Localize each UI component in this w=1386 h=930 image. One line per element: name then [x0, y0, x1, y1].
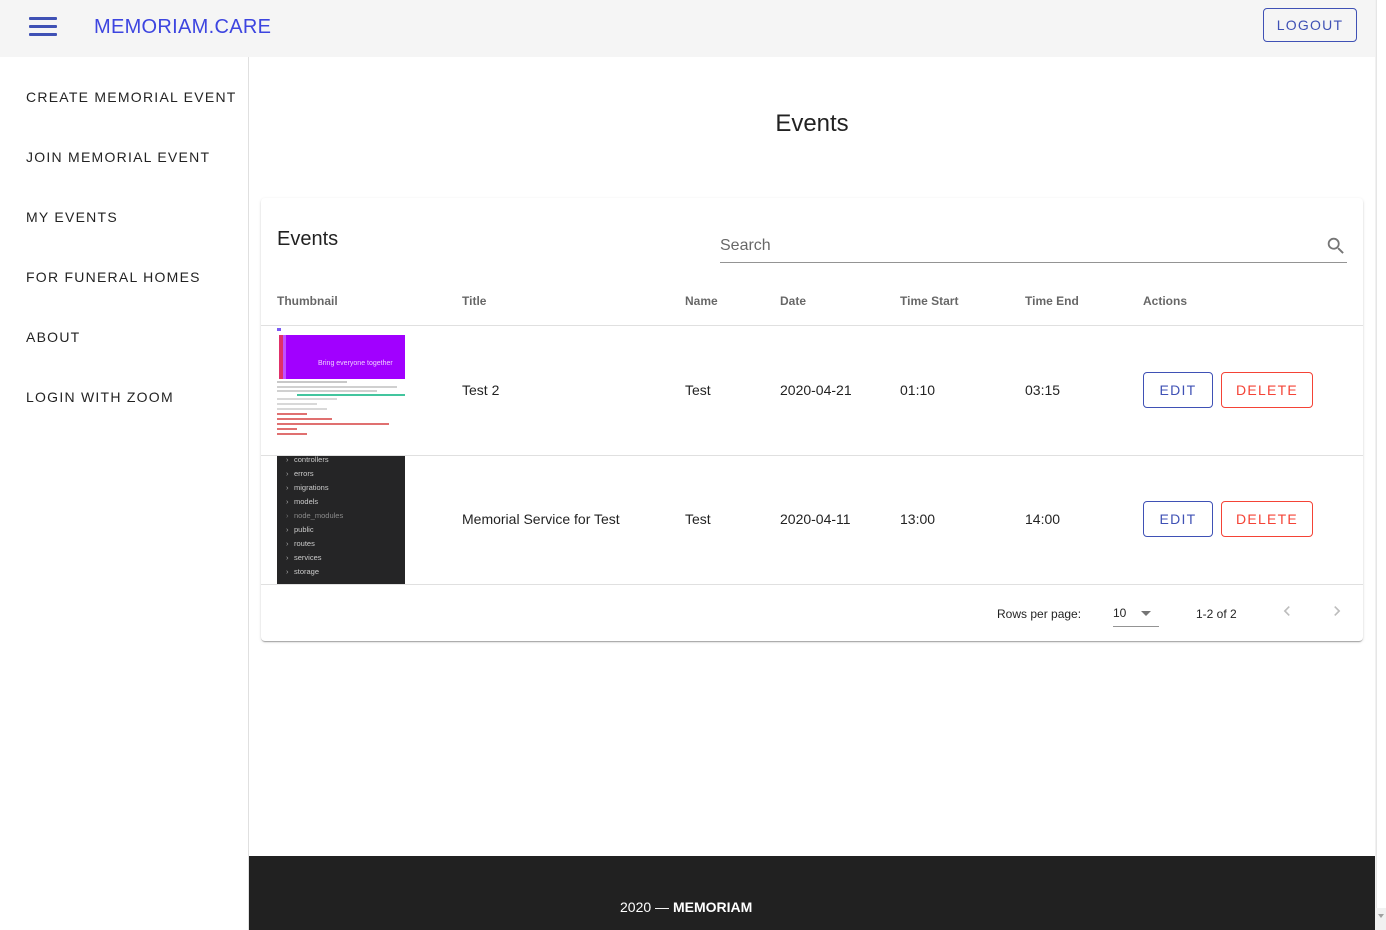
scroll-down-icon[interactable]: [1378, 914, 1384, 918]
event-title: Test 2: [462, 382, 500, 398]
column-header-thumbnail[interactable]: Thumbnail: [277, 294, 338, 308]
event-time-start: 01:10: [900, 382, 936, 398]
delete-button[interactable]: DELETE: [1221, 501, 1313, 537]
site-footer: 2020 — MEMORIAM: [249, 856, 1375, 930]
svg-text:models: models: [294, 497, 318, 506]
svg-text:public: public: [294, 525, 314, 534]
sidebar-item-login-with-zoom[interactable]: LOGIN WITH ZOOM: [26, 389, 174, 405]
event-name: Test: [685, 382, 711, 398]
column-header-title[interactable]: Title: [462, 294, 486, 308]
previous-page-icon[interactable]: [1277, 601, 1297, 621]
rows-per-page-select[interactable]: 10: [1113, 602, 1159, 627]
svg-text:node_modules: node_modules: [294, 511, 343, 520]
event-time-end: 14:00: [1025, 511, 1061, 527]
column-header-actions: Actions: [1143, 294, 1188, 308]
search-icon[interactable]: [1325, 235, 1347, 257]
sidebar-item-about[interactable]: ABOUT: [26, 329, 80, 345]
footer-text: 2020 — MEMORIAM: [620, 899, 752, 915]
page-title: Events: [775, 110, 849, 137]
event-time-start: 13:00: [900, 511, 936, 527]
table-row: › controllers › errors › migrations › models…: [261, 456, 1363, 585]
edit-button[interactable]: EDIT: [1143, 372, 1213, 408]
search-input[interactable]: [720, 232, 1310, 260]
rows-per-page-value: 10: [1113, 606, 1127, 620]
events-table-card: Events Thumbnail Title Name Date Time St…: [261, 198, 1363, 641]
sidebar-item-join-memorial-event[interactable]: JOIN MEMORIAL EVENT: [26, 149, 210, 165]
sidebar-item-for-funeral-homes[interactable]: FOR FUNERAL HOMES: [26, 269, 201, 285]
event-thumbnail: › controllers › errors › migrations › models…: [277, 456, 405, 585]
scrollbar-thumb[interactable]: [1376, 0, 1386, 908]
dropdown-arrow-icon: [1141, 611, 1151, 616]
pagination: Rows per page: 10 1-2 of 2: [261, 584, 1363, 641]
logout-button[interactable]: LOGOUT: [1263, 8, 1357, 42]
delete-button[interactable]: DELETE: [1221, 372, 1313, 408]
column-header-date[interactable]: Date: [780, 294, 806, 308]
svg-text:services: services: [294, 553, 322, 562]
sidebar: CREATE MEMORIAL EVENT JOIN MEMORIAL EVEN…: [0, 57, 249, 930]
svg-text:migrations: migrations: [294, 483, 329, 492]
event-time-end: 03:15: [1025, 382, 1061, 398]
svg-text:Bring everyone together: Bring everyone together: [318, 360, 393, 367]
edit-button[interactable]: EDIT: [1143, 501, 1213, 537]
event-thumbnail: Bring everyone together: [277, 326, 405, 455]
table-row: Bring everyone together Test 2 Test 2020…: [261, 326, 1363, 455]
svg-text:controllers: controllers: [294, 456, 329, 464]
event-name: Test: [685, 511, 711, 527]
footer-brand: MEMORIAM: [672, 899, 753, 915]
column-header-time-end[interactable]: Time End: [1025, 294, 1079, 308]
scrollbar[interactable]: [1375, 0, 1386, 930]
app-bar: MEMORIAM.CARE LOGOUT: [0, 0, 1375, 57]
rows-per-page-label: Rows per page:: [997, 607, 1082, 621]
event-date: 2020-04-11: [780, 511, 851, 527]
column-header-name[interactable]: Name: [685, 294, 718, 308]
pagination-range: 1-2 of 2: [1196, 607, 1237, 621]
event-date: 2020-04-21: [780, 382, 852, 398]
menu-icon[interactable]: [29, 17, 57, 37]
footer-year: 2020 —: [620, 899, 670, 915]
main-content: Events Events Thumbnail Title Name Date …: [249, 57, 1375, 856]
sidebar-item-my-events[interactable]: MY EVENTS: [26, 209, 118, 225]
svg-text:errors: errors: [294, 469, 314, 478]
next-page-icon[interactable]: [1327, 601, 1347, 621]
search-field: [720, 232, 1347, 263]
sidebar-item-create-memorial-event[interactable]: CREATE MEMORIAL EVENT: [26, 89, 237, 105]
svg-text:storage: storage: [294, 567, 319, 576]
svg-text:routes: routes: [294, 539, 315, 548]
table-title: Events: [277, 228, 339, 250]
event-title: Memorial Service for Test: [462, 511, 620, 527]
column-header-time-start[interactable]: Time Start: [900, 294, 958, 308]
brand-title[interactable]: MEMORIAM.CARE: [94, 16, 271, 39]
